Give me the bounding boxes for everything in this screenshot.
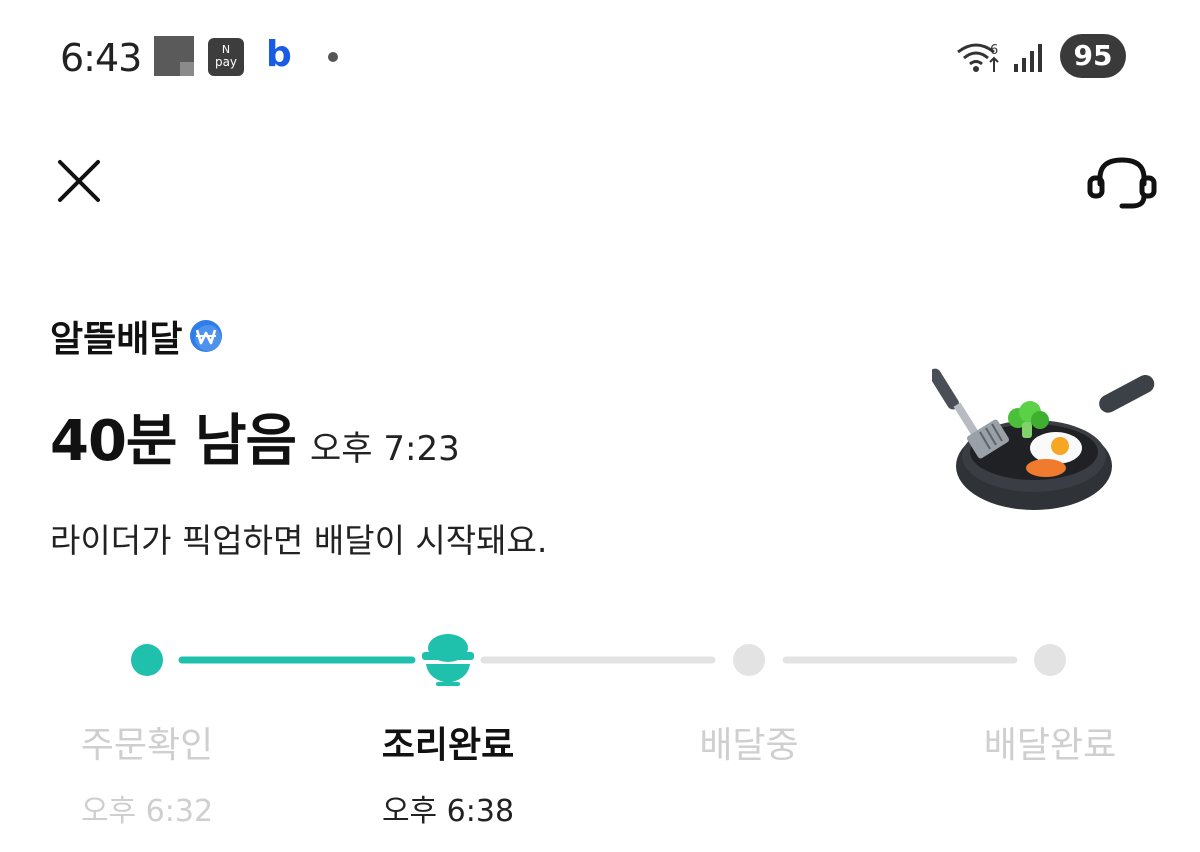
pay-icon-top: N xyxy=(221,43,231,56)
close-icon[interactable] xyxy=(56,158,102,204)
frying-pan-icon xyxy=(932,368,1155,510)
estimated-arrival: 오후 7:23 xyxy=(310,429,460,469)
step-label-delivering: 배달중 xyxy=(699,725,799,766)
square-notification-icon xyxy=(154,36,194,76)
step-time-order-confirmed: 오후 6:32 xyxy=(80,794,214,829)
time-row: 40분 남음 오후 7:23 xyxy=(50,396,460,477)
dot-icon xyxy=(328,52,338,62)
pay-icon: N pay xyxy=(208,38,244,76)
wifi-6-icon: 6 xyxy=(957,43,999,72)
svg-text:6: 6 xyxy=(990,43,998,58)
step-time-cooking-done: 오후 6:38 xyxy=(381,794,515,829)
won-badge-icon xyxy=(190,320,223,352)
b-app-icon: b xyxy=(266,34,292,75)
step-dot-delivered xyxy=(1034,644,1066,676)
step-dot-delivering xyxy=(733,644,765,676)
status-time: 6:43 xyxy=(60,36,142,80)
status-message: 라이더가 픽업하면 배달이 시작돼요. xyxy=(50,521,548,560)
step-label-delivered: 배달완료 xyxy=(983,725,1117,766)
delivery-type-title: 알뜰배달 xyxy=(50,319,183,360)
step-label-cooking-done: 조리완료 xyxy=(381,725,515,766)
headset-icon[interactable] xyxy=(1086,154,1158,214)
step-label-order-confirmed: 주문확인 xyxy=(80,725,214,766)
step-dot-order-confirmed xyxy=(131,644,163,676)
rice-bowl-icon xyxy=(422,634,474,686)
signal-icon xyxy=(1014,44,1042,72)
battery-indicator: 95 xyxy=(1060,34,1126,78)
pay-icon-bottom: pay xyxy=(214,55,238,69)
brand-row: 알뜰배달 xyxy=(50,310,224,362)
remaining-time: 40분 남음 xyxy=(50,409,297,474)
progress-tracker xyxy=(131,634,1066,686)
